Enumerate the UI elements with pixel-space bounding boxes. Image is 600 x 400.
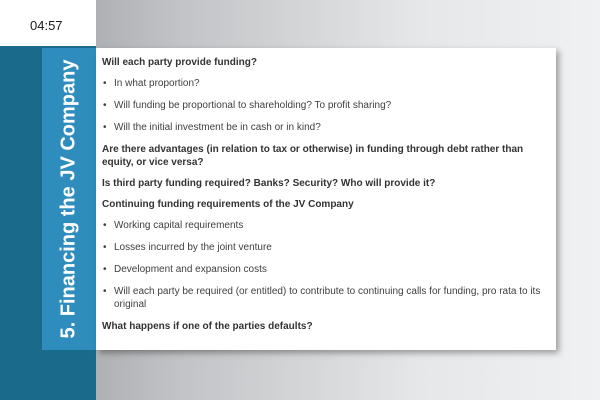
bullet-text: Working capital requirements xyxy=(114,220,244,231)
heading-funding: Will each party provide funding? xyxy=(102,57,257,68)
bullet-text: Will each party be required (or entitled… xyxy=(114,286,541,310)
bullet-text: Will the initial investment be in cash o… xyxy=(114,122,321,133)
bullet-text: In what proportion? xyxy=(114,78,200,89)
bullet-dot-icon: • xyxy=(103,286,107,297)
bullet-dot-icon: • xyxy=(103,78,107,89)
bullet-text: Development and expansion costs xyxy=(114,264,267,275)
slide-content-panel: Will each party provide funding? • In wha… xyxy=(96,48,556,350)
bullet-dot-icon: • xyxy=(103,264,107,275)
bullet-dot-icon: • xyxy=(103,100,107,111)
heading-continuing: Continuing funding requirements of the J… xyxy=(102,199,354,210)
heading-third-party: Is third party funding required? Banks? … xyxy=(102,178,436,189)
bullet-item: • Development and expansion costs xyxy=(102,263,552,276)
bullet-item: • Will each party be required (or entitle… xyxy=(102,285,552,311)
bullet-item: • Losses incurred by the joint venture xyxy=(102,241,552,254)
timer-display: 04:57 xyxy=(30,18,63,33)
slide-title: 5. Financing the JV Company xyxy=(57,59,80,339)
bullet-text: Will funding be proportional to sharehol… xyxy=(114,100,392,111)
bullet-dot-icon: • xyxy=(103,242,107,253)
bullet-dot-icon: • xyxy=(103,122,107,133)
heading-defaults: What happens if one of the parties defau… xyxy=(102,321,313,332)
heading-advantages: Are there advantages (in relation to tax… xyxy=(102,144,524,168)
bullet-item: • Will the initial investment be in cash … xyxy=(102,121,552,134)
bullet-item: • Will funding be proportional to shareho… xyxy=(102,99,552,112)
bullet-item: • Working capital requirements xyxy=(102,219,552,232)
bullet-dot-icon: • xyxy=(103,220,107,231)
bullet-text: Losses incurred by the joint venture xyxy=(114,242,272,253)
bullet-item: • In what proportion? xyxy=(102,77,552,90)
